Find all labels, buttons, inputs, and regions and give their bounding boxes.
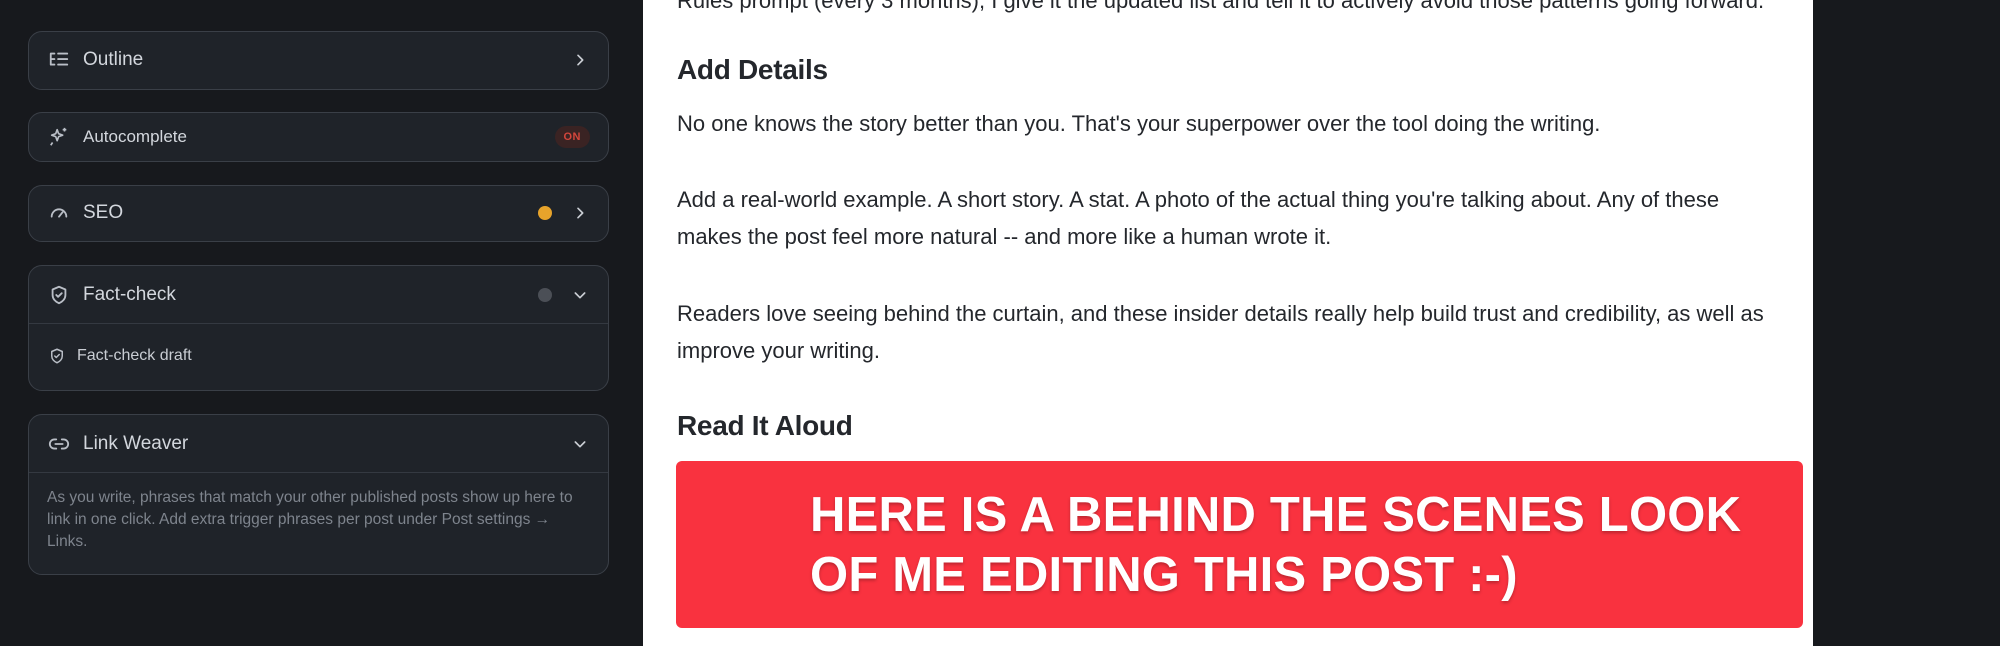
link-weaver-description: As you write, phrases that match your ot… xyxy=(47,489,573,550)
paragraph: Readers love seeing behind the curtain, … xyxy=(677,301,1764,363)
link-weaver-panel: Link Weaver As you write, phrases that m… xyxy=(28,414,609,575)
shield-check-icon xyxy=(47,283,71,307)
link-weaver-toggle[interactable]: Link Weaver xyxy=(29,415,608,472)
seo-panel: SEO xyxy=(28,185,609,242)
outline-icon xyxy=(47,48,71,72)
fact-check-toggle[interactable]: Fact-check xyxy=(29,266,608,323)
chevron-right-icon[interactable] xyxy=(570,203,590,223)
autocomplete-toggle[interactable]: Autocomplete ON xyxy=(29,113,608,160)
autocomplete-label: Autocomplete xyxy=(83,126,187,146)
heading-add-details: Add Details xyxy=(677,54,828,85)
banner-text: HERE IS A BEHIND THE SCENES LOOK OF ME E… xyxy=(810,485,1741,605)
gauge-icon xyxy=(47,201,71,225)
link-icon xyxy=(47,432,71,456)
seo-status-dot xyxy=(538,206,552,220)
outline-label: Outline xyxy=(83,49,144,70)
link-weaver-body: As you write, phrases that match your ot… xyxy=(29,472,608,569)
shield-check-icon xyxy=(47,346,67,366)
banner-line-1: HERE IS A BEHIND THE SCENES LOOK xyxy=(810,487,1742,542)
outline-panel: Outline xyxy=(28,31,609,90)
chevron-down-icon[interactable] xyxy=(570,434,590,454)
sparkle-icon xyxy=(47,125,71,149)
seo-toggle[interactable]: SEO xyxy=(29,186,608,240)
banner-line-2: OF ME EDITING THIS POST :-) xyxy=(810,547,1518,602)
chevron-right-icon[interactable] xyxy=(570,50,590,70)
seo-label: SEO xyxy=(83,202,124,223)
fact-check-label: Fact-check xyxy=(83,283,176,305)
fact-check-body: Fact-check draft xyxy=(29,323,608,388)
fact-check-status-dot xyxy=(538,287,552,302)
autocomplete-panel: Autocomplete ON xyxy=(28,112,609,162)
outline-toggle[interactable]: Outline xyxy=(29,32,608,88)
chevron-down-icon[interactable] xyxy=(570,285,590,305)
heading-read-it-aloud: Read It Aloud xyxy=(677,410,853,441)
paragraph-cut-off: Rules prompt (every 3 months), I give it… xyxy=(677,0,1765,13)
fact-check-draft-label: Fact-check draft xyxy=(77,347,192,364)
paragraph: Add a real-world example. A short story.… xyxy=(677,187,1720,249)
paragraph: No one knows the story better than you. … xyxy=(677,111,1601,136)
autocomplete-status-badge[interactable]: ON xyxy=(554,125,590,148)
fact-check-panel: Fact-check Fact-check draft xyxy=(28,265,609,391)
sidebar: Outline Autocomplete ON SEO Fact-check F… xyxy=(28,0,609,646)
fact-check-draft-button[interactable]: Fact-check draft xyxy=(29,324,608,388)
behind-the-scenes-banner: HERE IS A BEHIND THE SCENES LOOK OF ME E… xyxy=(676,461,1803,628)
link-weaver-label: Link Weaver xyxy=(83,432,189,454)
